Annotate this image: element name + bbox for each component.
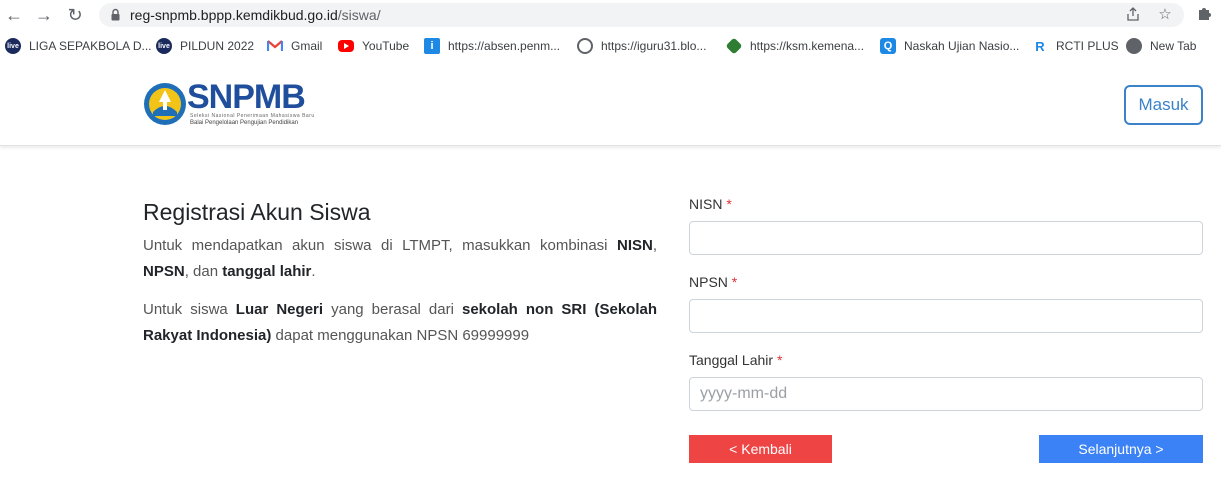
address-bar[interactable]: reg-snpmb.bppp.kemdikbud.go.id/siswa/ ☆ [99, 3, 1184, 27]
required-asterisk: * [726, 196, 732, 212]
dob-label: Tanggal Lahir * [689, 352, 783, 368]
bookmark-item[interactable]: i https://absen.penm... [424, 37, 560, 55]
bookmark-label: PILDUN 2022 [180, 39, 255, 53]
bookmark-item[interactable]: https://ksm.kemena... [725, 37, 865, 55]
intro-paragraph-2: Untuk siswa Luar Negeri yang berasal dar… [143, 301, 658, 344]
kemenag-icon [725, 37, 743, 55]
back-arrow-icon[interactable]: ← [3, 4, 25, 26]
share-icon[interactable] [1124, 6, 1142, 24]
gmail-icon [267, 38, 283, 54]
q-icon: Q [880, 38, 896, 54]
bookmark-label: LIGA SEPAKBOLA D... [29, 39, 152, 53]
browser-toolbar: ← → ↻ reg-snpmb.bppp.kemdikbud.go.id/sis… [0, 0, 1221, 31]
bookmark-label: Naskah Ujian Nasio... [904, 39, 1020, 53]
bookmark-label: https://ksm.kemena... [750, 39, 865, 53]
bookmark-label: YouTube [362, 39, 410, 53]
lock-icon[interactable] [111, 8, 120, 21]
extensions-puzzle-icon[interactable] [1196, 5, 1214, 23]
logo-subtitle: Seleksi Nasional Penerimaan Mahasiswa Ba… [190, 113, 315, 119]
next-button[interactable]: Selanjutnya > [1039, 435, 1203, 463]
nisn-input[interactable] [689, 221, 1203, 255]
live-icon: live [5, 38, 21, 54]
bookmark-label: RCTI PLUS [1056, 39, 1119, 53]
star-bookmark-icon[interactable]: ☆ [1156, 6, 1174, 24]
bookmark-item[interactable]: live LIGA SEPAKBOLA D... [5, 37, 152, 55]
login-button[interactable]: Masuk [1124, 85, 1203, 125]
info-icon: i [424, 38, 440, 54]
bookmark-label: Gmail [291, 39, 323, 53]
bookmarks-bar: live LIGA SEPAKBOLA D... live PILDUN 202… [0, 31, 1221, 61]
logo-wordmark: SNPMB [187, 78, 306, 116]
bookmark-item[interactable]: R RCTI PLUS [1032, 37, 1119, 55]
site-header: SNPMB Seleksi Nasional Penerimaan Mahasi… [0, 65, 1221, 146]
required-asterisk: * [731, 274, 738, 290]
npsn-input[interactable] [689, 299, 1203, 333]
rcti-icon: R [1035, 38, 1045, 54]
logo-organization: Balai Pengelolaan Pengujian Pendidikan [190, 120, 299, 126]
back-button[interactable]: < Kembali [689, 435, 832, 463]
url-path: /siswa/ [337, 7, 381, 23]
npsn-label: NPSN * [689, 274, 738, 290]
globe-icon [577, 38, 593, 54]
required-asterisk: * [776, 352, 783, 368]
bookmark-label: https://absen.penm... [448, 39, 561, 53]
dob-input[interactable] [689, 377, 1203, 411]
bookmark-item[interactable]: https://iguru31.blo... [577, 37, 706, 55]
url-host: reg-snpmb.bppp.kemdikbud.go.id [130, 7, 338, 23]
snpmb-logo[interactable]: SNPMB Seleksi Nasional Penerimaan Mahasi… [143, 78, 323, 130]
bookmark-label: New Tab [1150, 39, 1197, 53]
nisn-label: NISN * [689, 196, 732, 212]
globe-icon [1126, 38, 1142, 54]
url-text[interactable]: reg-snpmb.bppp.kemdikbud.go.id/siswa/ [130, 7, 381, 23]
youtube-icon [338, 40, 354, 52]
forward-arrow-icon[interactable]: → [33, 4, 55, 26]
bookmark-item[interactable]: Q Naskah Ujian Nasio... [880, 37, 1019, 55]
intro-paragraph-1: Untuk mendapatkan akun siswa di LTMPT, m… [143, 237, 657, 280]
bookmark-item[interactable]: Gmail [267, 37, 322, 55]
page-title: Registrasi Akun Siswa [143, 199, 371, 225]
reload-icon[interactable]: ↻ [64, 4, 86, 26]
bookmark-item[interactable]: New Tab [1126, 37, 1196, 55]
bookmark-label: https://iguru31.blo... [601, 39, 707, 53]
tut-wuri-handayani-emblem-icon [144, 83, 186, 125]
bookmark-item[interactable]: YouTube [338, 37, 409, 55]
live-icon: live [156, 38, 172, 54]
bookmark-item[interactable]: live PILDUN 2022 [156, 37, 254, 55]
